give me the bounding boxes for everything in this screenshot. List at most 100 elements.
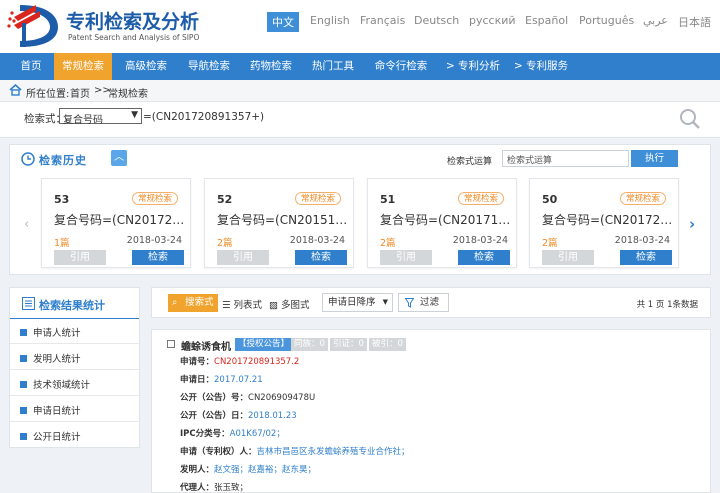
search-button[interactable]: 检索 [620, 250, 672, 265]
nav-patent-analysis[interactable]: > 专利分析 [440, 53, 506, 80]
nav-advanced-search[interactable]: 高级检索 [114, 53, 178, 80]
stats-item-inventor[interactable]: 发明人统计 [20, 351, 81, 365]
citation-chip[interactable]: 引证：0 [330, 338, 367, 351]
history-card[interactable]: 53 常规检索 复合号码=(CN20172089... 1篇 2018-03-2… [41, 178, 191, 268]
stats-item-app-date[interactable]: 申请日统计 [20, 403, 81, 417]
app-number-link[interactable]: CN201720891357.2 [214, 357, 299, 367]
nav-basic-search[interactable]: 常规检索 [54, 53, 112, 80]
stats-item-tech-field[interactable]: 技术领域统计 [20, 377, 90, 391]
stats-item-label: 申请日统计 [33, 406, 81, 417]
lang-de[interactable]: Deutsch [414, 14, 459, 27]
history-title: 检索历史 [39, 154, 87, 167]
nav-drug-search[interactable]: 药物检索 [240, 53, 302, 80]
execute-button[interactable]: 执行 [631, 150, 678, 167]
main-nav: 首页 常规检索 高级检索 导航检索 药物检索 热门工具 命令行检索 > 专利分析… [0, 53, 720, 80]
history-card[interactable]: 50 常规检索 复合号码=(CN20172005... 2篇 2018-03-2… [529, 178, 679, 268]
field-label: 公开（公告）日： [180, 411, 249, 421]
card-query: 复合号码=(CN20172005... [542, 213, 674, 227]
search-button[interactable]: 检索 [295, 250, 347, 265]
card-count[interactable]: 1篇 [54, 235, 70, 249]
field-label: 申请（专利权）人： [180, 447, 257, 457]
stats-item-applicant[interactable]: 申请人统计 [20, 325, 81, 339]
search-bar: 检索式： 复合号码 ▼ =(CN201720891357+) [0, 102, 720, 138]
result-title[interactable]: 蟾蜍诱食机 [181, 338, 231, 353]
view-list-tab[interactable]: ☰ 列表式 [222, 297, 262, 311]
field-label: 申请号： [180, 357, 215, 367]
stats-item-pub-date[interactable]: 公开日统计 [20, 429, 81, 443]
pagination-info: 共 1 页 1条数据 [636, 300, 698, 310]
card-count[interactable]: 2篇 [217, 235, 233, 249]
card-count[interactable]: 2篇 [380, 235, 396, 249]
site-title: 专利检索及分析 [66, 11, 200, 33]
sort-select[interactable]: 申请日降序 ▼ [322, 293, 393, 312]
chevron-up-icon: ︿ [114, 152, 124, 163]
search-icon: ⌕ [172, 297, 178, 308]
view-image-tab[interactable]: ▨ 多图式 [269, 297, 310, 311]
inventor-links[interactable]: 赵文强；赵嘉裕；赵东昊； [214, 465, 316, 475]
stats-item-label: 公开日统计 [33, 432, 81, 443]
cite-button[interactable]: 引用 [380, 250, 432, 265]
field-pub-date: 公开（公告）日：2018.01.23 [180, 409, 297, 421]
search-button[interactable]: 检索 [132, 250, 184, 265]
family-chip[interactable]: 同族：0 [291, 338, 328, 351]
card-tag: 常规检索 [131, 192, 178, 205]
filter-label: 过滤 [420, 297, 440, 308]
lang-ar[interactable]: عربي [643, 14, 668, 27]
nav-patent-service[interactable]: > 专利服务 [508, 53, 574, 80]
chevron-down-icon: ▼ [131, 110, 138, 120]
op-label: 检索式运算 [447, 157, 493, 167]
lang-es[interactable]: Español [525, 14, 568, 27]
stats-title: 检索结果统计 [39, 299, 105, 312]
result-item: 蟾蜍诱食机 【授权公告】 同族：0 引证：0 被引：0 申请号：CN201720… [151, 329, 711, 493]
cited-chip[interactable]: 被引：0 [369, 338, 406, 351]
search-button[interactable]: 检索 [458, 250, 510, 265]
sort-select-value: 申请日降序 [328, 297, 376, 308]
filter-icon [405, 298, 414, 308]
next-arrow-icon[interactable]: › [689, 215, 695, 233]
card-tag: 常规检索 [294, 192, 341, 205]
view-search-tab[interactable]: ⌕ 搜索式 [168, 294, 218, 312]
plus-icon [20, 329, 27, 336]
cite-button[interactable]: 引用 [54, 250, 106, 265]
lang-en[interactable]: English [310, 14, 350, 27]
prev-arrow-icon[interactable]: ‹ [24, 217, 29, 232]
ipc-link[interactable]: A01K67/02； [230, 429, 285, 439]
collapse-button[interactable]: ︿ [111, 150, 127, 166]
breadcrumb-home[interactable]: 首页 [70, 85, 90, 100]
filter-button[interactable]: 过滤 [398, 293, 449, 312]
stats-item-label: 技术领域统计 [33, 380, 91, 391]
lang-ru[interactable]: русский [469, 14, 516, 27]
search-expression[interactable]: =(CN201720891357+) [143, 111, 264, 123]
lang-fr[interactable]: Français [360, 14, 405, 27]
stats-divider [10, 343, 139, 344]
result-stats-panel: 检索结果统计 申请人统计 发明人统计 技术领域统计 申请日统计 公开日统计 [9, 287, 140, 448]
field-applicant: 申请（专利权）人：吉林市昌邑区永发蟾蜍养殖专业合作社； [180, 445, 410, 457]
site-header: 专利检索及分析 Patent Search and Analysis of SI… [0, 0, 720, 53]
nav-home[interactable]: 首页 [8, 53, 54, 80]
card-count[interactable]: 2篇 [542, 235, 558, 249]
history-card[interactable]: 52 常规检索 复合号码=(CN20151033... 2篇 2018-03-2… [204, 178, 354, 268]
field-inventor: 发明人：赵文强；赵嘉裕；赵东昊； [180, 463, 316, 475]
result-checkbox[interactable] [167, 340, 175, 348]
stats-item-label: 发明人统计 [33, 354, 81, 365]
home-icon [9, 84, 22, 96]
cite-button[interactable]: 引用 [542, 250, 594, 265]
history-card[interactable]: 51 常规检索 复合号码=(CN20171004... 2篇 2018-03-2… [367, 178, 517, 268]
lang-ja[interactable]: 日本語 [678, 14, 711, 30]
op-input[interactable]: 检索式运算 [502, 150, 629, 167]
stats-divider [10, 395, 139, 396]
nav-hot-tools[interactable]: 热门工具 [302, 53, 364, 80]
search-icon[interactable] [679, 108, 701, 130]
cite-button[interactable]: 引用 [217, 250, 269, 265]
nav-command-search[interactable]: 命令行检索 [364, 53, 438, 80]
card-tag: 常规检索 [619, 192, 666, 205]
nav-navigation-search[interactable]: 导航检索 [178, 53, 240, 80]
field-select[interactable]: 复合号码 ▼ [59, 108, 142, 126]
lang-pt[interactable]: Português [579, 14, 634, 27]
card-query: 复合号码=(CN20171004... [380, 213, 512, 227]
applicant-link[interactable]: 吉林市昌邑区永发蟾蜍养殖专业合作社； [257, 447, 410, 457]
sipo-logo[interactable] [6, 3, 60, 49]
card-tag: 常规检索 [457, 192, 504, 205]
lang-zh[interactable]: 中文 [267, 12, 299, 32]
field-agent: 代理人：张玉致； [180, 481, 248, 493]
